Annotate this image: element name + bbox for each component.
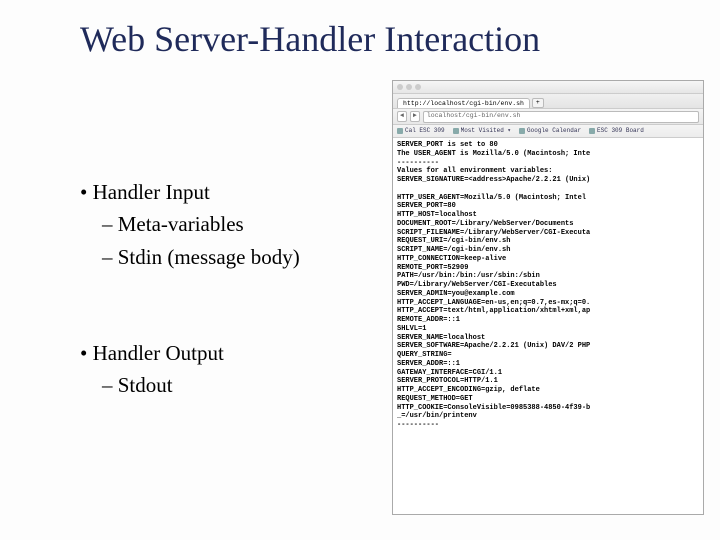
bookmark-icon [453, 128, 459, 134]
minimize-icon[interactable] [406, 84, 412, 90]
bookmark-item[interactable]: Most Visited ▾ [453, 127, 511, 135]
bookmark-label: Cal ESC 309 [405, 127, 445, 135]
bookmark-item[interactable]: Cal ESC 309 [397, 127, 445, 135]
bookmark-icon [589, 128, 595, 134]
slide: Web Server-Handler Interaction Handler I… [0, 0, 720, 540]
bookmark-icon [397, 128, 403, 134]
bullet-meta-variables: Meta-variables [102, 210, 400, 238]
window-titlebar[interactable] [393, 81, 703, 94]
bullet-handler-output: Handler Output [80, 339, 400, 367]
bullet-handler-input: Handler Input [80, 178, 400, 206]
bookmark-icon [519, 128, 525, 134]
tab-active[interactable]: http://localhost/cgi-bin/env.sh [397, 98, 530, 108]
spacer [80, 271, 400, 321]
new-tab-button[interactable]: + [532, 98, 544, 108]
bullet-list: Handler Input Meta-variables Stdin (mess… [80, 160, 400, 400]
page-content: SERVER_PORT is set to 80 The USER_AGENT … [393, 138, 703, 433]
bookmark-label: ESC 309 Board [597, 127, 644, 135]
forward-button[interactable]: ► [410, 111, 420, 121]
bookmark-label: Google Calendar [527, 127, 581, 135]
bookmarks-bar: Cal ESC 309 Most Visited ▾ Google Calend… [393, 125, 703, 138]
address-bar[interactable]: localhost/cgi-bin/env.sh [423, 111, 699, 123]
browser-window: http://localhost/cgi-bin/env.sh + ◄ ► lo… [392, 80, 704, 515]
back-button[interactable]: ◄ [397, 111, 407, 121]
bookmark-item[interactable]: ESC 309 Board [589, 127, 644, 135]
bullet-stdin: Stdin (message body) [102, 243, 400, 271]
toolbar: ◄ ► localhost/cgi-bin/env.sh [393, 109, 703, 125]
zoom-icon[interactable] [415, 84, 421, 90]
bullet-stdout: Stdout [102, 371, 400, 399]
bookmark-label: Most Visited ▾ [461, 127, 511, 135]
close-icon[interactable] [397, 84, 403, 90]
bookmark-item[interactable]: Google Calendar [519, 127, 581, 135]
tab-bar: http://localhost/cgi-bin/env.sh + [393, 94, 703, 109]
slide-title: Web Server-Handler Interaction [0, 0, 720, 60]
